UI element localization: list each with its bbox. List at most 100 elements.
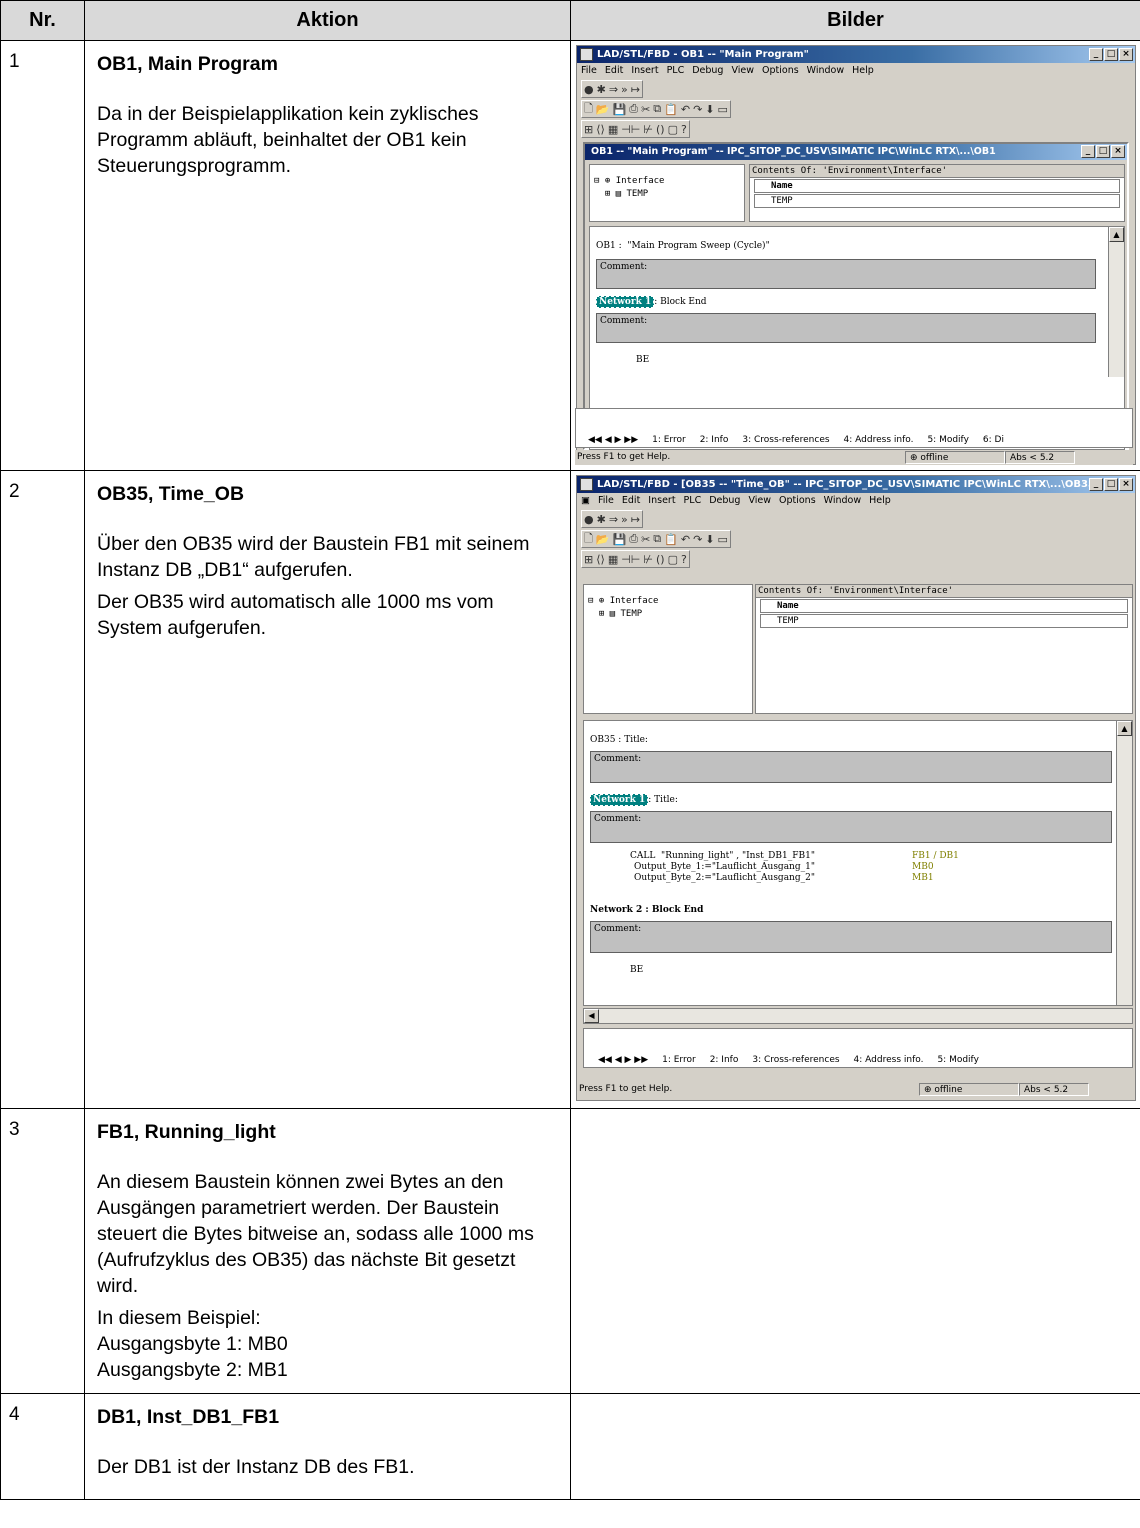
maximize-button[interactable]: □ xyxy=(1104,478,1118,491)
run-icon[interactable]: ● xyxy=(584,83,594,96)
tree-item-temp[interactable]: ⊞ ▤ TEMP xyxy=(588,608,748,621)
redo-icon[interactable]: ↷ xyxy=(693,103,702,116)
coil-icon[interactable]: () xyxy=(656,123,665,136)
help-cursor-icon[interactable]: ? xyxy=(681,553,687,566)
scroll-up-icon[interactable]: ▲ xyxy=(1109,227,1124,242)
editor-maximize-button[interactable]: □ xyxy=(1096,145,1110,158)
download-icon[interactable]: ⬇ xyxy=(705,103,714,116)
save-icon[interactable]: 💾 xyxy=(613,533,627,546)
run-icon[interactable]: ● xyxy=(584,513,594,526)
cut-icon[interactable]: ✂ xyxy=(641,533,650,546)
block-comment-field[interactable]: Comment: xyxy=(596,259,1096,289)
horizontal-scrollbar[interactable]: ◀ xyxy=(583,1008,1133,1024)
step-out-icon[interactable]: » xyxy=(621,513,628,526)
list-item-temp[interactable]: TEMP xyxy=(754,194,1120,208)
tab-error[interactable]: 1: Error xyxy=(662,1055,696,1065)
branch-icon[interactable]: ⟨⟩ xyxy=(596,123,605,136)
cut-icon[interactable]: ✂ xyxy=(641,103,650,116)
open-icon[interactable]: 📂 xyxy=(596,103,610,116)
undo-icon[interactable]: ↶ xyxy=(681,103,690,116)
print-icon[interactable]: ⎙ xyxy=(629,532,638,546)
tab-modify[interactable]: 5: Modify xyxy=(937,1055,978,1065)
contact-nc-icon[interactable]: ⊬ xyxy=(643,123,653,136)
print-icon[interactable]: ⎙ xyxy=(629,102,638,116)
menu-options[interactable]: Options xyxy=(762,63,799,79)
redo-icon[interactable]: ↷ xyxy=(693,533,702,546)
contact-no-icon[interactable]: ⊣⊢ xyxy=(621,123,640,136)
menu-debug[interactable]: Debug xyxy=(692,63,723,79)
step-icon[interactable]: ✱ xyxy=(597,513,606,526)
copy-icon[interactable]: ⧉ xyxy=(653,532,661,546)
step-over-icon[interactable]: ⇒ xyxy=(609,513,618,526)
coil-icon[interactable]: () xyxy=(656,553,665,566)
minimize-button[interactable]: _ xyxy=(1089,478,1103,491)
paste-icon[interactable]: 📋 xyxy=(664,103,678,116)
tab-nav-icon[interactable]: ◀◀ ◀ ▶ ▶▶ xyxy=(598,1055,648,1065)
tab-cross-references[interactable]: 3: Cross-references xyxy=(752,1055,839,1065)
close-button[interactable]: × xyxy=(1119,478,1133,491)
menu-edit[interactable]: Edit xyxy=(605,63,623,79)
menu-help[interactable]: Help xyxy=(869,493,891,509)
new-icon[interactable]: 🗋 xyxy=(584,530,593,549)
overview-icon[interactable]: ▦ xyxy=(608,553,618,566)
menu-debug[interactable]: Debug xyxy=(709,493,740,509)
network-comment-field[interactable]: Comment: xyxy=(596,313,1096,343)
tab-info[interactable]: 2: Info xyxy=(700,435,729,445)
code-scrollbar[interactable]: ▲ xyxy=(1108,227,1124,377)
paste-icon[interactable]: 📋 xyxy=(664,533,678,546)
maximize-button[interactable]: □ xyxy=(1104,48,1118,61)
help-cursor-icon[interactable]: ? xyxy=(681,123,687,136)
menu-file[interactable]: File xyxy=(581,63,597,79)
branch-icon[interactable]: ⟨⟩ xyxy=(596,553,605,566)
new-icon[interactable]: 🗋 xyxy=(584,100,593,119)
tree-item-interface[interactable]: ⊟ ⊕ Interface xyxy=(588,595,748,608)
network-label[interactable]: Network 1 xyxy=(596,296,655,308)
block-comment-field[interactable]: Comment: xyxy=(590,751,1112,783)
contact-nc-icon[interactable]: ⊬ xyxy=(643,553,653,566)
tree-item-interface[interactable]: ⊟ ⊕ Interface xyxy=(594,175,740,188)
close-button[interactable]: × xyxy=(1119,48,1133,61)
network2-comment-field[interactable]: Comment: xyxy=(590,921,1112,953)
tab-address-info[interactable]: 4: Address info. xyxy=(854,1055,924,1065)
menu-window[interactable]: Window xyxy=(807,63,844,79)
menu-view[interactable]: View xyxy=(731,63,754,79)
open-icon[interactable]: 📂 xyxy=(596,533,610,546)
scroll-left-icon[interactable]: ◀ xyxy=(584,1009,599,1023)
network-icon[interactable]: ⊞ xyxy=(584,123,593,136)
step-over-icon[interactable]: ⇒ xyxy=(609,83,618,96)
tab-cross-references[interactable]: 3: Cross-references xyxy=(742,435,829,445)
menu-options[interactable]: Options xyxy=(779,493,816,509)
box-icon[interactable]: ▢ xyxy=(668,123,678,136)
copy-icon[interactable]: ⧉ xyxy=(653,102,661,116)
monitor-icon[interactable]: ▭ xyxy=(718,103,728,116)
tab-address-info[interactable]: 4: Address info. xyxy=(844,435,914,445)
download-icon[interactable]: ⬇ xyxy=(705,533,714,546)
network1-comment-field[interactable]: Comment: xyxy=(590,811,1112,843)
tab-error[interactable]: 1: Error xyxy=(652,435,686,445)
undo-icon[interactable]: ↶ xyxy=(681,533,690,546)
network1-label[interactable]: Network 1 xyxy=(590,794,649,806)
menu-plc[interactable]: PLC xyxy=(684,493,702,509)
monitor-icon[interactable]: ▭ xyxy=(718,533,728,546)
step-out-icon[interactable]: » xyxy=(621,83,628,96)
code-scrollbar[interactable]: ▲ xyxy=(1116,721,1132,1005)
menu-edit[interactable]: Edit xyxy=(622,493,640,509)
scroll-up-icon[interactable]: ▲ xyxy=(1117,721,1132,736)
list-item-temp[interactable]: TEMP xyxy=(760,614,1128,628)
minimize-button[interactable]: _ xyxy=(1089,48,1103,61)
menu-help[interactable]: Help xyxy=(852,63,874,79)
overview-icon[interactable]: ▦ xyxy=(608,123,618,136)
tab-diagnostics[interactable]: 6: Di xyxy=(983,435,1004,445)
save-icon[interactable]: 💾 xyxy=(613,103,627,116)
tab-modify[interactable]: 5: Modify xyxy=(927,435,968,445)
menu-insert[interactable]: Insert xyxy=(631,63,658,79)
jump-icon[interactable]: ↦ xyxy=(631,513,640,526)
tab-nav-icon[interactable]: ◀◀ ◀ ▶ ▶▶ xyxy=(588,435,638,445)
jump-icon[interactable]: ↦ xyxy=(631,83,640,96)
editor-close-button[interactable]: × xyxy=(1111,145,1125,158)
step-icon[interactable]: ✱ xyxy=(597,83,606,96)
doc-icon[interactable]: ▣ xyxy=(581,493,590,509)
network-icon[interactable]: ⊞ xyxy=(584,553,593,566)
tab-info[interactable]: 2: Info xyxy=(710,1055,739,1065)
menu-plc[interactable]: PLC xyxy=(667,63,685,79)
